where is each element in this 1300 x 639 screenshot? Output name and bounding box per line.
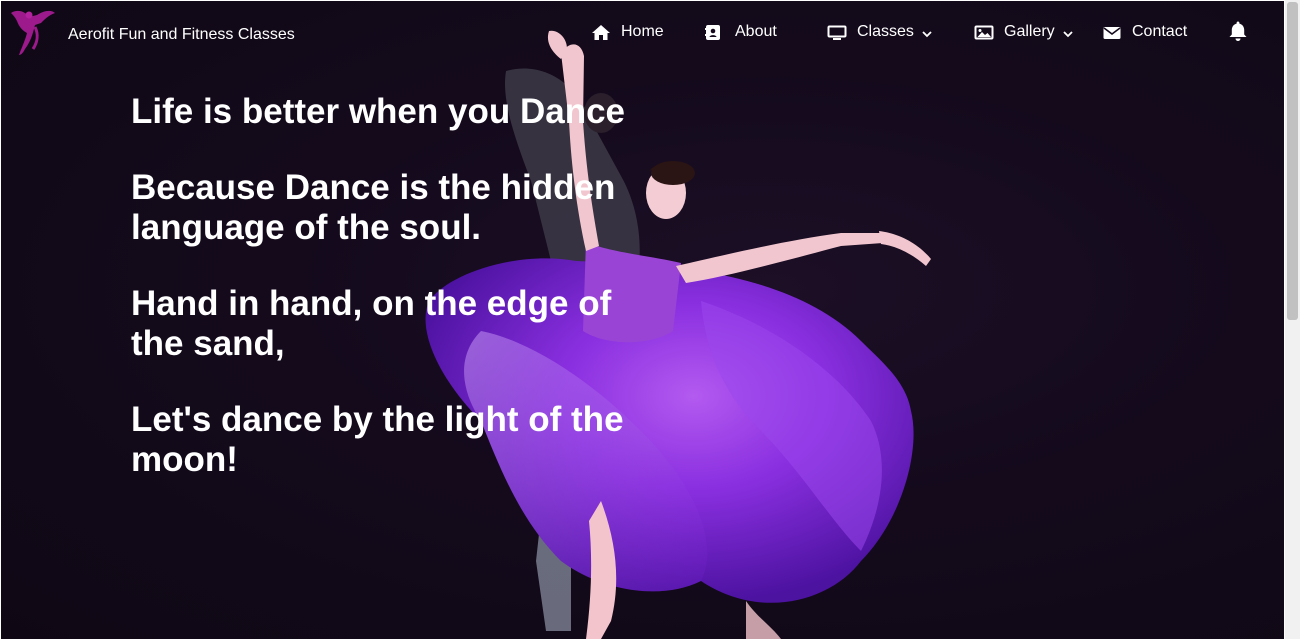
image-icon <box>974 23 994 41</box>
nav-home[interactable]: Home <box>591 19 664 45</box>
contact-card-icon <box>705 23 725 41</box>
chevron-down-icon <box>1063 31 1073 38</box>
chevron-down-icon <box>922 31 932 38</box>
envelope-icon <box>1102 23 1122 41</box>
dancer-logo-icon[interactable] <box>5 5 57 57</box>
nav-classes-label: Classes <box>857 23 914 40</box>
brand[interactable]: Aerofit Fun and Fitness Classes <box>5 5 295 57</box>
nav-about[interactable]: About <box>705 19 777 45</box>
nav-home-label: Home <box>621 23 664 40</box>
hero-quote: Let's dance by the light of the moon! <box>131 400 624 479</box>
hero-quote: Hand in hand, on the edge of the sand, <box>131 284 612 363</box>
vertical-scrollbar[interactable] <box>1285 0 1300 639</box>
nav-contact-label: Contact <box>1132 23 1188 40</box>
top-navbar: Aerofit Fun and Fitness Classes Home Abo… <box>1 1 1284 61</box>
brand-name[interactable]: Aerofit Fun and Fitness Classes <box>68 26 295 44</box>
hero-quote: Because Dance is the hidden language of … <box>131 168 616 247</box>
hero-quote: Life is better when you Dance <box>131 92 625 131</box>
nav-classes[interactable]: Classes <box>827 19 933 45</box>
nav-about-label: About <box>735 23 777 40</box>
hero-quotes: Life is better when you Dance Because Da… <box>131 92 651 516</box>
bell-icon[interactable] <box>1227 20 1249 42</box>
page-viewport: Aerofit Fun and Fitness Classes Home Abo… <box>1 1 1284 639</box>
nav-gallery-label: Gallery <box>1004 23 1055 40</box>
home-icon <box>591 23 611 41</box>
scrollbar-thumb[interactable] <box>1287 2 1298 320</box>
monitor-icon <box>827 23 847 41</box>
nav-gallery[interactable]: Gallery <box>974 19 1074 45</box>
nav-contact[interactable]: Contact <box>1102 19 1187 45</box>
